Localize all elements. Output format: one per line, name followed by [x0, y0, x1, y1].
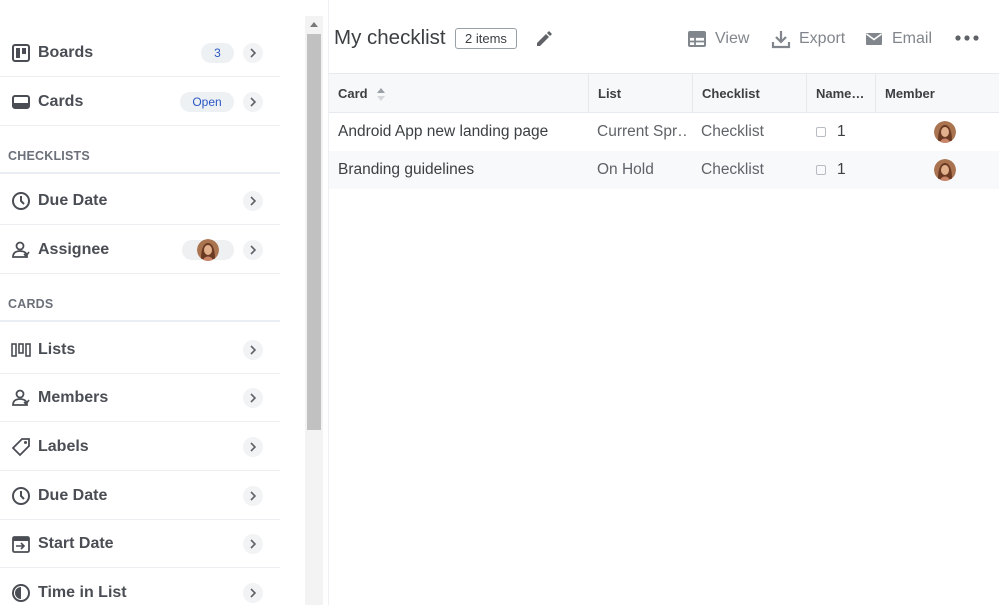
- scroll-up-arrow-icon[interactable]: [305, 16, 323, 32]
- avatar[interactable]: [934, 159, 956, 181]
- chevron-right-icon[interactable]: [243, 339, 263, 360]
- export-label: Export: [799, 30, 846, 47]
- chevron-right-icon[interactable]: [243, 583, 263, 603]
- sidebar-item-start-date[interactable]: Start Date: [0, 520, 280, 568]
- chevron-right-icon[interactable]: [243, 533, 263, 554]
- sidebar-item-label: Labels: [38, 437, 89, 455]
- envelope-icon: [866, 33, 882, 45]
- column-header-card[interactable]: Card: [329, 74, 589, 113]
- sidebar-item-due-date-cards[interactable]: Due Date: [0, 472, 280, 520]
- view-button[interactable]: View: [687, 27, 749, 51]
- avatar[interactable]: [934, 121, 956, 143]
- table-row[interactable]: Branding guidelines On Hold Checklist 1: [329, 151, 999, 189]
- sidebar-item-label: Lists: [38, 340, 76, 358]
- start-date-icon: [11, 534, 31, 554]
- checkbox-icon[interactable]: [816, 127, 826, 137]
- section-title-cards: CARDS: [8, 297, 54, 311]
- email-label: Email: [892, 30, 933, 47]
- sidebar-item-cards[interactable]: Cards Open: [0, 78, 280, 126]
- clock-icon: [11, 486, 31, 506]
- sidebar: Boards 3 Cards Open CHECKLISTS Due Date …: [0, 0, 305, 605]
- chevron-right-icon[interactable]: [243, 436, 263, 457]
- sidebar-item-label: Due Date: [38, 191, 108, 209]
- cell-list: On Hold: [597, 161, 654, 178]
- sidebar-item-lists[interactable]: Lists: [0, 326, 280, 374]
- sidebar-item-due-date[interactable]: Due Date: [0, 177, 280, 225]
- main-panel: My checklist 2 items View Export Email C…: [328, 0, 999, 605]
- sidebar-item-assignee[interactable]: Assignee: [0, 226, 280, 274]
- checklist-table: Card List Checklist Name… Member Android…: [329, 73, 999, 189]
- cell-checklist: Checklist: [701, 161, 764, 178]
- item-count-badge: 2 items: [455, 28, 517, 49]
- sidebar-item-label: Due Date: [38, 486, 108, 504]
- cell-member: [925, 151, 965, 189]
- sidebar-scrollbar[interactable]: [305, 16, 323, 605]
- page-title: My checklist: [334, 26, 446, 49]
- timer-icon: [11, 583, 31, 603]
- sidebar-item-labels[interactable]: Labels: [0, 423, 280, 471]
- section-divider: [0, 172, 280, 174]
- clock-icon: [11, 191, 31, 211]
- email-button[interactable]: Email: [864, 27, 932, 51]
- person-icon: [11, 240, 31, 260]
- sidebar-item-label: Start Date: [38, 534, 114, 552]
- checkbox-icon[interactable]: [816, 165, 826, 175]
- column-header-member[interactable]: Member: [876, 74, 999, 113]
- lists-icon: [11, 340, 31, 360]
- edit-title-button[interactable]: [533, 28, 555, 50]
- download-icon: [771, 31, 791, 49]
- toolbar: My checklist 2 items View Export Email: [329, 0, 999, 72]
- column-header-checklist[interactable]: Checklist: [693, 74, 807, 113]
- chevron-right-icon[interactable]: [243, 239, 263, 260]
- chevron-right-icon[interactable]: [243, 387, 263, 408]
- cell-list: Current Spr…: [597, 123, 686, 140]
- chevron-right-icon[interactable]: [243, 190, 263, 211]
- sort-icon[interactable]: [376, 86, 386, 102]
- cell-member: [925, 113, 965, 151]
- cell-card[interactable]: Android App new landing page: [329, 113, 589, 151]
- view-label: View: [715, 30, 750, 47]
- pencil-icon: [537, 31, 552, 46]
- avatar: [197, 238, 219, 261]
- sidebar-item-label: Boards: [38, 43, 94, 61]
- boards-count-badge: 3: [201, 42, 234, 63]
- person-icon: [11, 388, 31, 408]
- column-header-name[interactable]: Name…: [807, 74, 876, 113]
- label-icon: [11, 437, 31, 457]
- cell-name: 1: [806, 151, 875, 189]
- chevron-right-icon[interactable]: [243, 91, 263, 112]
- sidebar-item-label: Members: [38, 388, 109, 406]
- section-title-checklists: CHECKLISTS: [8, 149, 90, 163]
- scrollbar-thumb[interactable]: [307, 34, 321, 430]
- table-row[interactable]: Android App new landing page Current Spr…: [329, 113, 999, 151]
- export-button[interactable]: Export: [771, 27, 845, 51]
- sidebar-item-label: Assignee: [38, 240, 110, 258]
- assignee-filter-pill[interactable]: [182, 238, 234, 261]
- cell-name: 1: [806, 113, 875, 151]
- column-header-list[interactable]: List: [589, 74, 693, 113]
- cell-card[interactable]: Branding guidelines: [329, 151, 589, 189]
- chevron-right-icon[interactable]: [243, 485, 263, 506]
- section-divider: [0, 320, 280, 322]
- more-horizontal-icon: [955, 35, 979, 41]
- cell-checklist: Checklist: [701, 123, 764, 140]
- more-options-button[interactable]: [953, 26, 981, 50]
- table-header: Card List Checklist Name… Member: [329, 73, 999, 113]
- chevron-right-icon[interactable]: [243, 42, 263, 63]
- sidebar-item-label: Cards: [38, 92, 84, 110]
- sidebar-item-label: Time in List: [38, 584, 127, 601]
- cards-status-badge: Open: [180, 91, 234, 112]
- sidebar-item-time-in-list[interactable]: Time in List: [0, 569, 280, 605]
- table-view-icon: [688, 31, 706, 47]
- board-icon: [11, 43, 31, 63]
- sidebar-item-boards[interactable]: Boards 3: [0, 29, 280, 77]
- card-icon: [11, 92, 31, 112]
- sidebar-item-members[interactable]: Members: [0, 374, 280, 422]
